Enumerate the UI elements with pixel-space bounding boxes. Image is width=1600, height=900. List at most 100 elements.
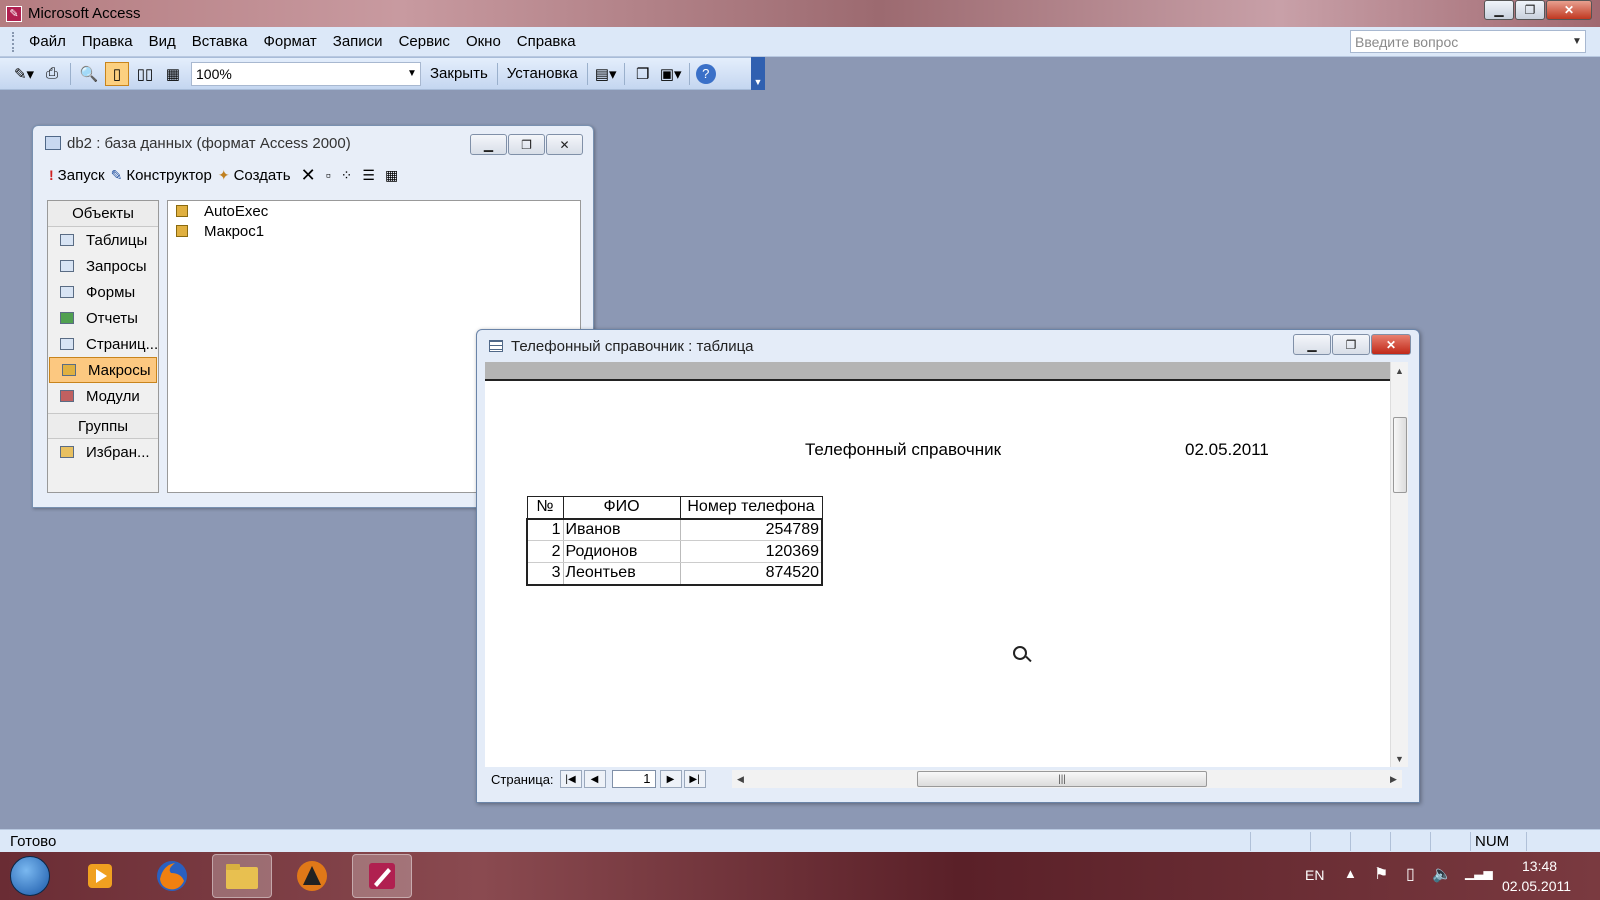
- objects-header[interactable]: Объекты: [48, 201, 158, 227]
- close-button[interactable]: ✕: [1371, 334, 1411, 355]
- aimp-button[interactable]: [282, 854, 342, 898]
- battery-icon[interactable]: ▯: [1406, 864, 1415, 884]
- menu-format[interactable]: Формат: [255, 33, 324, 50]
- chevron-down-icon[interactable]: ▼: [1569, 31, 1585, 52]
- multiple-pages-icon[interactable]: ▦: [161, 62, 185, 86]
- object-pages[interactable]: Страниц...: [48, 331, 158, 357]
- clock-date[interactable]: 02.05.2011: [1502, 878, 1571, 894]
- toolbar-separator: [586, 62, 588, 85]
- menu-help[interactable]: Справка: [509, 33, 584, 50]
- zoom-select[interactable]: 100% ▼: [191, 61, 421, 86]
- large-icons-button[interactable]: ▫: [326, 167, 335, 183]
- print-icon[interactable]: ⎙: [40, 62, 64, 86]
- media-player-button[interactable]: [70, 854, 130, 898]
- column-header: Номер телефона: [679, 496, 823, 520]
- zoom-icon[interactable]: 🔍: [77, 62, 101, 86]
- menu-view[interactable]: Вид: [141, 33, 184, 50]
- clock-time[interactable]: 13:48: [1522, 858, 1557, 874]
- object-macros[interactable]: Макросы: [49, 357, 157, 383]
- run-button[interactable]: ! Запуск: [49, 167, 105, 184]
- menu-records[interactable]: Записи: [325, 33, 391, 50]
- chevron-down-icon[interactable]: ▼: [404, 63, 420, 85]
- page-navigation-bar: Страница: |◀ ◀ 1 ▶ ▶| ◀ ||| ▶: [485, 767, 1408, 791]
- access-taskbar-button[interactable]: [352, 854, 412, 898]
- vertical-scroll-thumb[interactable]: [1393, 417, 1407, 493]
- page-top-band: [485, 362, 1390, 381]
- cell-number: 2: [526, 540, 563, 563]
- list-button[interactable]: ☰: [362, 167, 379, 184]
- restore-button[interactable]: ❐: [508, 134, 545, 155]
- two-pages-icon[interactable]: ▯▯: [133, 62, 157, 86]
- page-number-input[interactable]: 1: [611, 770, 656, 788]
- database-window-titlebar: db2 : база данных (формат Access 2000) ▁…: [33, 126, 593, 160]
- list-item[interactable]: Макрос1: [168, 221, 580, 241]
- menu-window[interactable]: Окно: [458, 33, 509, 50]
- report-icon: [60, 312, 74, 324]
- aimp-icon: [297, 861, 327, 891]
- menu-file[interactable]: Файл: [21, 33, 74, 50]
- first-page-icon[interactable]: |◀: [559, 770, 582, 788]
- cell-fio: Иванов: [562, 518, 680, 541]
- database-window-icon[interactable]: ❐: [631, 62, 655, 86]
- table-row: 1 Иванов 254789: [526, 518, 823, 541]
- close-button[interactable]: ✕: [1546, 0, 1592, 20]
- export-office-icon[interactable]: ▤▾: [594, 62, 618, 86]
- help-icon[interactable]: ?: [695, 63, 716, 84]
- menu-grip[interactable]: [12, 31, 15, 52]
- list-item[interactable]: AutoExec: [168, 201, 580, 221]
- object-forms[interactable]: Формы: [48, 279, 158, 305]
- groups-header[interactable]: Группы: [48, 413, 158, 439]
- preview-page[interactable]: Телефонный справочник 02.05.2011 № ФИО Н…: [485, 362, 1390, 767]
- scroll-left-icon[interactable]: ◀: [732, 770, 749, 788]
- report-title: Телефонный справочник: [805, 440, 1002, 459]
- delete-button[interactable]: ✕: [301, 165, 320, 186]
- group-favorites[interactable]: Избран...: [48, 439, 158, 465]
- menu-insert[interactable]: Вставка: [184, 33, 256, 50]
- object-queries[interactable]: Запросы: [48, 253, 158, 279]
- new-object-icon[interactable]: ▣▾: [659, 62, 683, 86]
- scroll-right-icon[interactable]: ▶: [1385, 770, 1402, 788]
- last-page-icon[interactable]: ▶|: [683, 770, 706, 788]
- minimize-button[interactable]: ▁: [470, 134, 507, 155]
- horizontal-scrollbar[interactable]: ◀ ||| ▶: [732, 770, 1402, 788]
- show-hidden-icons-icon[interactable]: ▲: [1344, 866, 1357, 881]
- page-setup-button[interactable]: Установка: [502, 65, 583, 82]
- network-icon[interactable]: ▁▃▅: [1465, 866, 1493, 880]
- media-player-icon: [88, 864, 112, 888]
- next-page-icon[interactable]: ▶: [659, 770, 682, 788]
- toolbar-options-icon[interactable]: ▼: [751, 57, 765, 90]
- language-indicator[interactable]: EN: [1305, 867, 1324, 883]
- design-button[interactable]: ✎ Конструктор: [111, 167, 212, 184]
- close-button[interactable]: ✕: [546, 134, 583, 155]
- menu-tools[interactable]: Сервис: [391, 33, 458, 50]
- object-label: Страниц...: [86, 335, 158, 353]
- object-tables[interactable]: Таблицы: [48, 227, 158, 253]
- explorer-button[interactable]: [212, 854, 272, 898]
- action-center-flag-icon[interactable]: ⚑: [1374, 864, 1388, 884]
- horizontal-scroll-thumb[interactable]: |||: [917, 771, 1207, 787]
- object-modules[interactable]: Модули: [48, 383, 158, 409]
- details-button[interactable]: ▦: [385, 167, 402, 184]
- access-icon: ✎: [6, 5, 22, 22]
- restore-button[interactable]: ❐: [1332, 334, 1370, 355]
- object-reports[interactable]: Отчеты: [48, 305, 158, 331]
- view-design-icon[interactable]: ✎▾: [12, 62, 36, 86]
- design-label: Конструктор: [126, 166, 212, 184]
- page-label: Страница:: [491, 771, 554, 787]
- scroll-up-icon[interactable]: ▲: [1391, 362, 1408, 379]
- close-preview-button[interactable]: Закрыть: [425, 65, 493, 82]
- firefox-button[interactable]: [142, 854, 202, 898]
- one-page-icon[interactable]: ▯: [105, 61, 129, 86]
- minimize-button[interactable]: ▁: [1484, 0, 1514, 20]
- restore-button[interactable]: ❐: [1515, 0, 1545, 20]
- minimize-button[interactable]: ▁: [1293, 334, 1331, 355]
- scroll-down-icon[interactable]: ▼: [1391, 750, 1408, 767]
- help-question-input[interactable]: Введите вопрос ▼: [1350, 30, 1586, 53]
- menu-edit[interactable]: Правка: [74, 33, 141, 50]
- volume-icon[interactable]: 🔈: [1432, 864, 1452, 884]
- prev-page-icon[interactable]: ◀: [583, 770, 606, 788]
- vertical-scrollbar[interactable]: ▲ ▼: [1390, 362, 1408, 767]
- create-button[interactable]: ✦ Создать: [218, 167, 291, 184]
- windows-start-button[interactable]: [10, 856, 50, 896]
- small-icons-button[interactable]: ⁘: [341, 167, 357, 184]
